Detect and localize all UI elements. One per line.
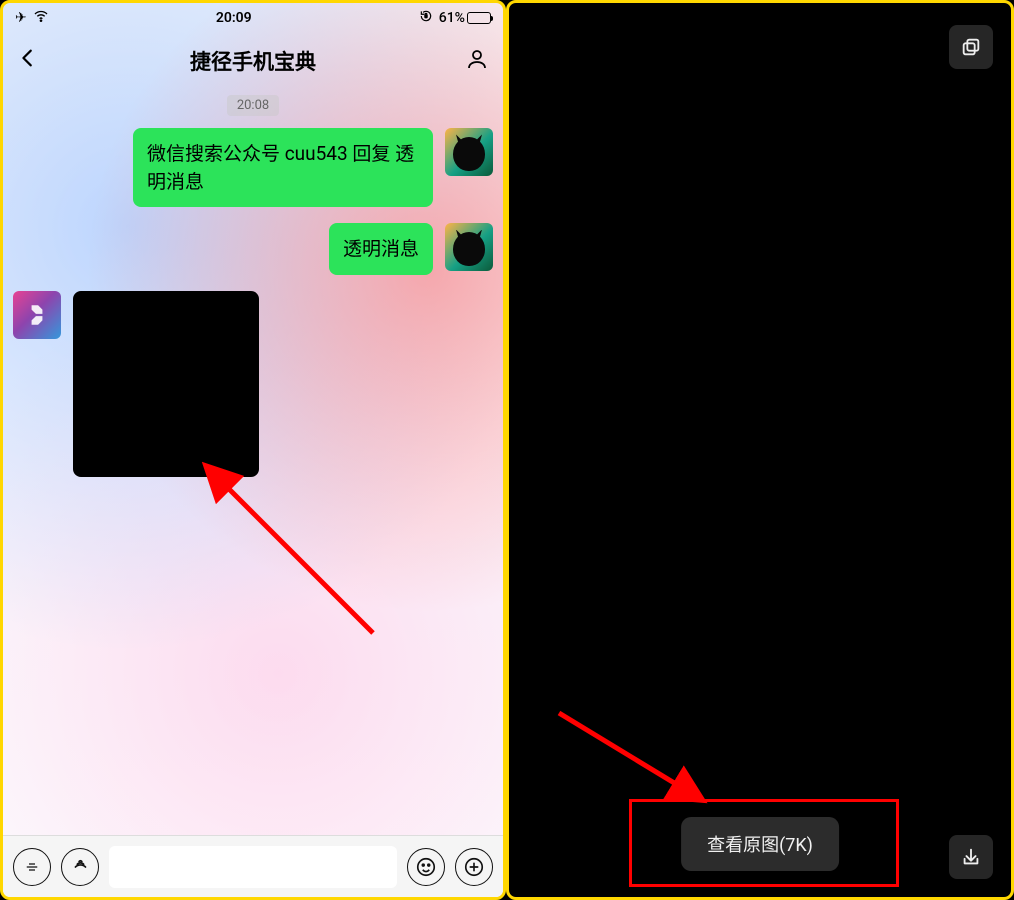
status-time: 20:09 — [49, 10, 419, 26]
status-bar: ✈ 20:09 61% — [3, 3, 503, 33]
message-list: 微信搜索公众号 cuu543 回复 透明消息 透明消息 — [3, 128, 503, 477]
message-timestamp: 20:08 — [227, 95, 279, 116]
airplane-mode-icon: ✈ — [15, 10, 27, 26]
contact-info-button[interactable] — [459, 47, 489, 75]
wifi-icon — [33, 8, 49, 28]
chat-nav-bar: 捷径手机宝典 — [3, 33, 503, 89]
image-viewer-screen: 查看原图(7K) — [506, 0, 1014, 900]
back-button[interactable] — [17, 46, 47, 76]
wechat-chat-screen: ✈ 20:09 61% — [0, 0, 506, 900]
shortcuts-icon — [13, 291, 61, 339]
message-outgoing: 透明消息 — [13, 223, 493, 275]
status-left: ✈ — [15, 8, 49, 28]
message-bubble[interactable]: 微信搜索公众号 cuu543 回复 透明消息 — [133, 128, 433, 207]
avatar-self[interactable] — [445, 128, 493, 176]
image-message[interactable] — [73, 291, 259, 477]
chat-title: 捷径手机宝典 — [47, 46, 459, 76]
avatar-self[interactable] — [445, 223, 493, 271]
download-button[interactable] — [949, 835, 993, 879]
speaker-button[interactable] — [61, 848, 99, 886]
status-right: 61% — [419, 9, 491, 27]
annotation-arrow-icon — [193, 453, 393, 653]
battery-percentage: 61% — [439, 10, 465, 26]
avatar-contact-shortcuts-icon[interactable] — [13, 291, 61, 339]
chat-input-bar — [3, 835, 503, 897]
battery-indicator: 61% — [439, 10, 491, 26]
annotation-highlight-box — [629, 799, 899, 887]
message-input[interactable] — [109, 846, 397, 888]
message-incoming — [13, 291, 493, 477]
gallery-button[interactable] — [949, 25, 993, 69]
orientation-lock-icon — [419, 9, 433, 27]
message-outgoing: 微信搜索公众号 cuu543 回复 透明消息 — [13, 128, 493, 207]
message-bubble[interactable]: 透明消息 — [329, 223, 433, 275]
voice-mode-button[interactable] — [13, 848, 51, 886]
battery-icon — [467, 12, 491, 24]
emoji-button[interactable] — [407, 848, 445, 886]
more-actions-button[interactable] — [455, 848, 493, 886]
